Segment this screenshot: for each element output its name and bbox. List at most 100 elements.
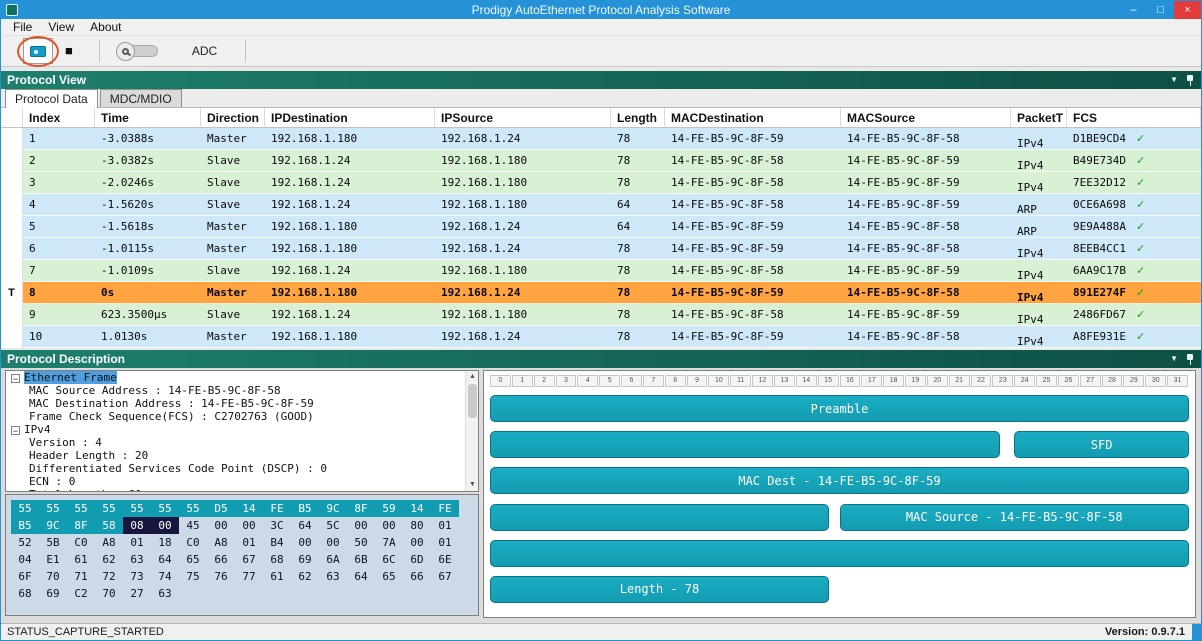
hex-byte[interactable]: 6D (403, 551, 431, 568)
hex-byte[interactable]: 7A (375, 534, 403, 551)
hex-byte[interactable]: 55 (123, 500, 151, 517)
column-header-fcs[interactable]: FCS (1067, 108, 1201, 127)
hex-byte[interactable]: 65 (375, 568, 403, 585)
hex-byte[interactable]: FE (431, 500, 459, 517)
tree-item[interactable]: ECN : 0 (6, 475, 478, 488)
hex-byte[interactable]: 00 (151, 517, 179, 534)
hex-byte[interactable]: 55 (39, 500, 67, 517)
hex-byte[interactable]: 01 (431, 534, 459, 551)
hex-byte[interactable]: 01 (123, 534, 151, 551)
hex-byte[interactable]: 5C (319, 517, 347, 534)
zoom-slider-knob[interactable] (116, 42, 135, 61)
hex-byte[interactable]: 71 (67, 568, 95, 585)
hex-byte[interactable]: 66 (207, 551, 235, 568)
hex-byte[interactable]: 01 (235, 534, 263, 551)
zoom-slider-track[interactable] (118, 45, 158, 57)
hex-byte[interactable]: 74 (151, 568, 179, 585)
hex-byte[interactable]: 55 (67, 500, 95, 517)
column-header-time[interactable]: Time (95, 108, 201, 127)
hex-byte[interactable]: 00 (319, 534, 347, 551)
field-bar[interactable]: SFD (1014, 431, 1189, 458)
hex-byte[interactable]: A8 (95, 534, 123, 551)
tree-expander-icon[interactable]: − (11, 426, 20, 435)
start-capture-button[interactable] (23, 38, 53, 64)
hex-byte[interactable]: 6A (319, 551, 347, 568)
hex-byte[interactable]: 6B (347, 551, 375, 568)
column-header-macsource[interactable]: MACSource (841, 108, 1011, 127)
hex-byte[interactable]: 01 (431, 517, 459, 534)
stop-capture-button[interactable]: ■ (65, 38, 73, 64)
table-row[interactable]: 101.0130sMaster192.168.1.180192.168.1.24… (1, 326, 1201, 348)
collapse-arrow-icon[interactable]: ▼ (1170, 71, 1178, 89)
hex-byte[interactable]: 76 (207, 568, 235, 585)
table-row[interactable]: 9623.3500µsSlave192.168.1.24192.168.1.18… (1, 304, 1201, 326)
hex-byte[interactable]: 18 (151, 534, 179, 551)
hex-byte[interactable]: B5 (11, 517, 39, 534)
hex-byte[interactable]: 65 (179, 551, 207, 568)
hex-byte[interactable]: 00 (291, 534, 319, 551)
hex-byte[interactable]: C0 (67, 534, 95, 551)
column-header-macdestination[interactable]: MACDestination (665, 108, 841, 127)
hex-byte[interactable]: 61 (67, 551, 95, 568)
tree-item[interactable]: MAC Destination Address : 14-FE-B5-9C-8F… (6, 397, 478, 410)
hex-byte[interactable]: 45 (179, 517, 207, 534)
hex-byte[interactable]: 8F (67, 517, 95, 534)
hex-byte[interactable]: 00 (207, 517, 235, 534)
pin-icon[interactable] (1186, 74, 1195, 87)
field-bar[interactable]: Preamble (490, 395, 1189, 422)
hex-byte[interactable]: 9C (319, 500, 347, 517)
hex-byte[interactable]: 68 (263, 551, 291, 568)
column-header-direction[interactable]: Direction (201, 108, 265, 127)
hex-byte[interactable]: 68 (11, 585, 39, 602)
table-row[interactable]: 1-3.0388sMaster192.168.1.180192.168.1.24… (1, 128, 1201, 150)
tab-protocol-data[interactable]: Protocol Data (5, 89, 98, 108)
tree-item[interactable]: Differentiated Services Code Point (DSCP… (6, 462, 478, 475)
hex-byte[interactable]: 72 (95, 568, 123, 585)
field-bar[interactable]: MAC Dest - 14-FE-B5-9C-8F-59 (490, 467, 1189, 494)
hex-byte[interactable]: 69 (39, 585, 67, 602)
menu-view[interactable]: View (40, 19, 82, 35)
hex-byte[interactable]: 64 (151, 551, 179, 568)
tab-mdc-mdio[interactable]: MDC/MDIO (100, 89, 182, 107)
column-header-ipsource[interactable]: IPSource (435, 108, 611, 127)
menu-file[interactable]: File (5, 19, 40, 35)
hex-byte[interactable]: C2 (67, 585, 95, 602)
table-row[interactable]: 2-3.0382sSlave192.168.1.24192.168.1.1807… (1, 150, 1201, 172)
hex-byte[interactable]: 00 (403, 534, 431, 551)
tree-expander-icon[interactable]: − (11, 374, 20, 383)
table-row[interactable]: 6-1.0115sMaster192.168.1.180192.168.1.24… (1, 238, 1201, 260)
tree-item[interactable]: −IPv4 (6, 423, 478, 436)
field-bar-continuation[interactable] (490, 431, 1000, 458)
hex-byte[interactable]: 5B (39, 534, 67, 551)
hex-byte[interactable]: 9C (39, 517, 67, 534)
table-row[interactable]: 5-1.5618sMaster192.168.1.180192.168.1.24… (1, 216, 1201, 238)
hex-byte[interactable]: 04 (11, 551, 39, 568)
hex-byte[interactable]: 00 (235, 517, 263, 534)
tree-scrollbar[interactable]: ▲ ▼ (465, 371, 478, 491)
hex-byte[interactable]: 6E (431, 551, 459, 568)
hex-byte[interactable]: 77 (235, 568, 263, 585)
hex-byte[interactable]: 73 (123, 568, 151, 585)
hex-byte[interactable]: 08 (123, 517, 151, 534)
hex-byte[interactable]: 66 (403, 568, 431, 585)
column-header-ipdestination[interactable]: IPDestination (265, 108, 435, 127)
column-header-packett[interactable]: PacketT (1011, 108, 1067, 127)
hex-byte[interactable]: 59 (375, 500, 403, 517)
scroll-up-icon[interactable]: ▲ (466, 371, 479, 383)
hex-byte[interactable]: 50 (347, 534, 375, 551)
scrollbar-thumb[interactable] (468, 384, 477, 418)
hex-byte[interactable]: 00 (375, 517, 403, 534)
table-row[interactable]: 3-2.0246sSlave192.168.1.24192.168.1.1807… (1, 172, 1201, 194)
pin-icon[interactable] (1186, 353, 1195, 366)
tree-item[interactable]: Version : 4 (6, 436, 478, 449)
hex-byte[interactable]: 6F (11, 568, 39, 585)
hex-byte[interactable]: 55 (95, 500, 123, 517)
hex-byte[interactable]: B5 (291, 500, 319, 517)
hex-byte[interactable]: 62 (95, 551, 123, 568)
menu-about[interactable]: About (82, 19, 129, 35)
hex-byte[interactable]: B4 (263, 534, 291, 551)
table-row[interactable]: 4-1.5620sSlave192.168.1.24192.168.1.1806… (1, 194, 1201, 216)
zoom-slider[interactable] (118, 45, 158, 57)
column-header-index[interactable]: Index (23, 108, 95, 127)
hex-byte[interactable]: 80 (403, 517, 431, 534)
